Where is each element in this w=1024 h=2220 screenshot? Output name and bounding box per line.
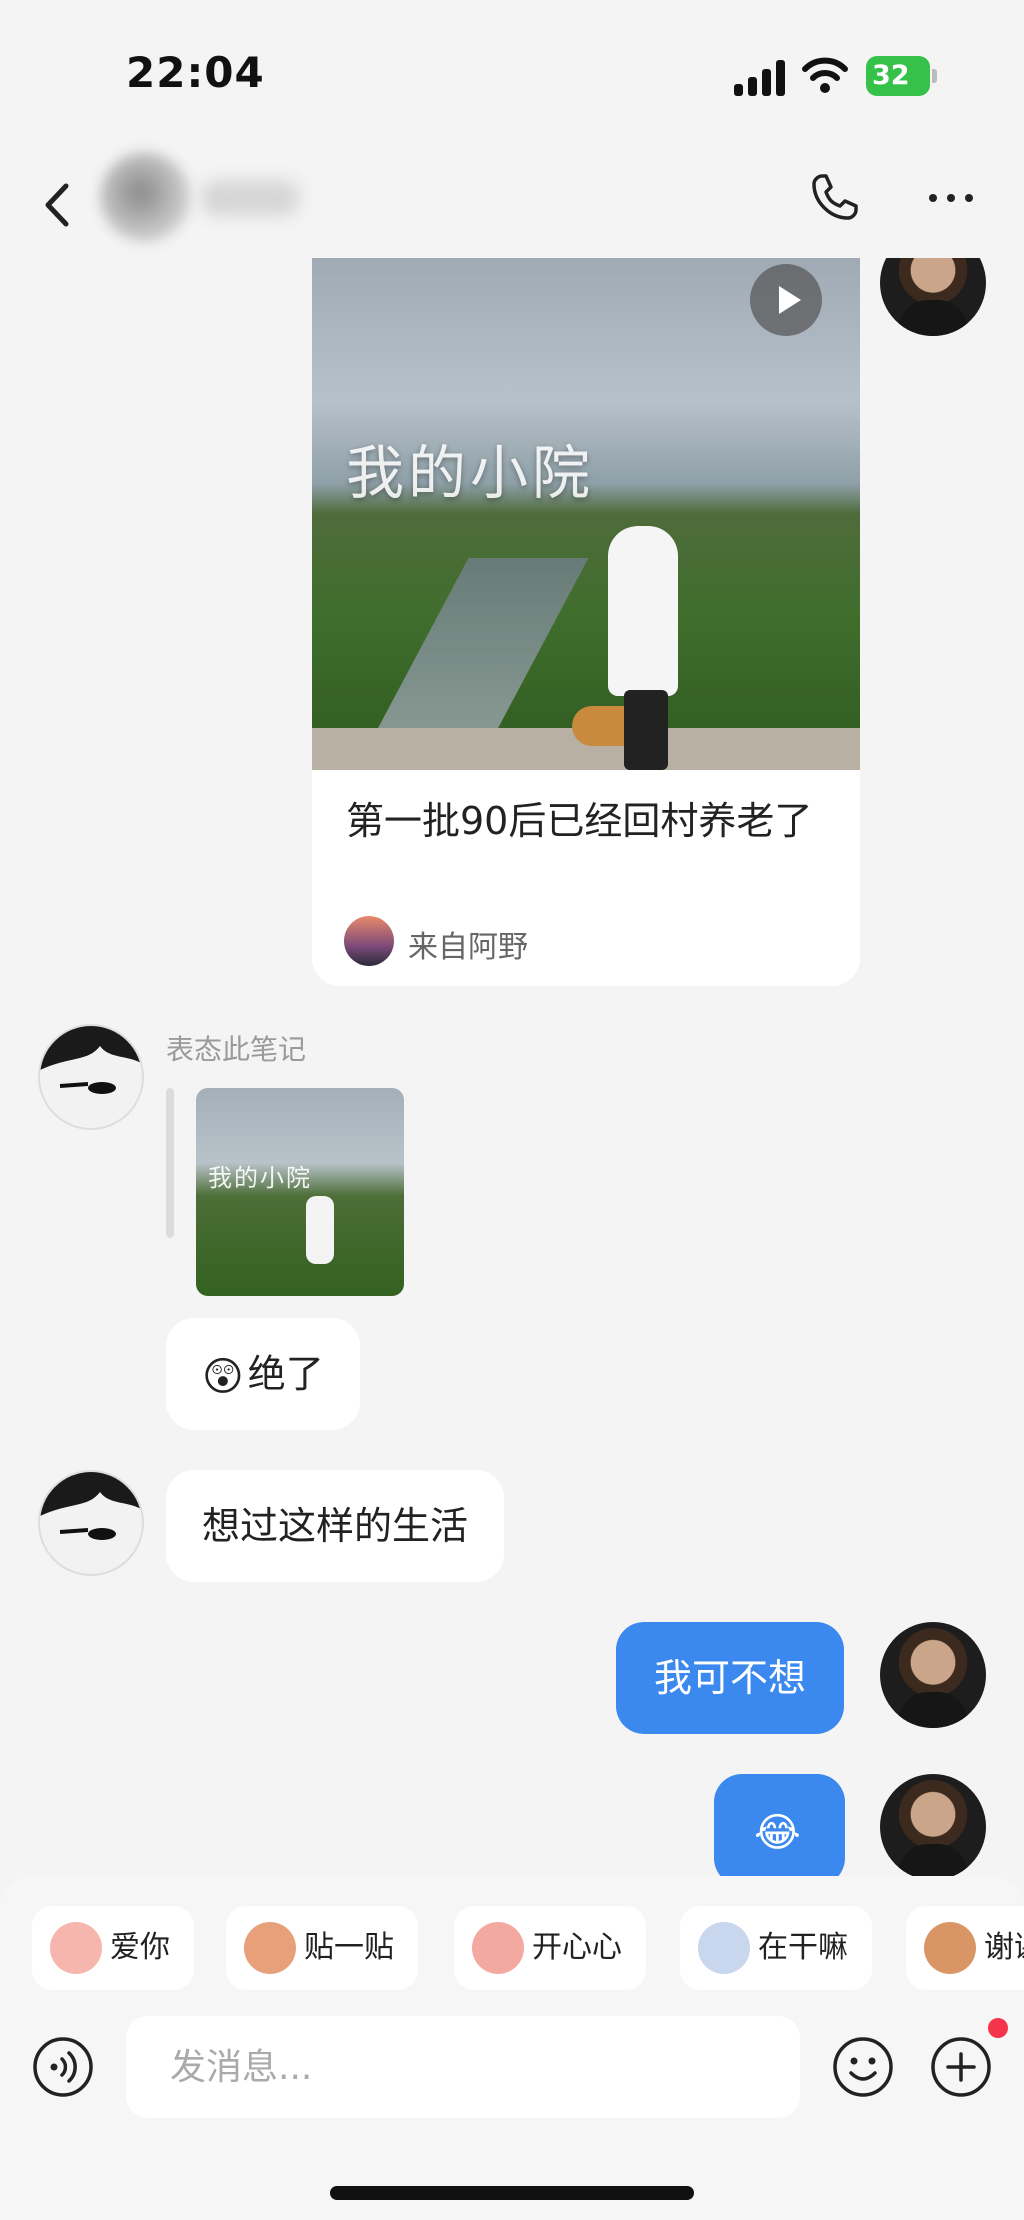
- my-avatar[interactable]: [880, 258, 986, 336]
- peer-name-blurred: [200, 180, 300, 216]
- peer-avatar-illustration: [40, 1472, 142, 1574]
- cover-person-legs: [624, 690, 668, 770]
- status-time: 22:04: [126, 48, 265, 97]
- message-bubble-mine[interactable]: 我可不想: [616, 1622, 845, 1734]
- cellular-signal-icon: [734, 60, 785, 96]
- message-bubble-peer[interactable]: 😲 绝了: [166, 1318, 360, 1430]
- peer-avatar[interactable]: [38, 1024, 144, 1130]
- thumbnail-title: 我的小院: [208, 1164, 312, 1192]
- reaction-label: 表态此笔记: [166, 1033, 307, 1066]
- thumbnail-person: [306, 1196, 334, 1264]
- peer-avatar-blurred[interactable]: [100, 152, 190, 242]
- sticker-label: 在干嘛: [758, 1930, 848, 1965]
- author-avatar: [344, 916, 394, 966]
- cuddle-sticker-icon: [244, 1922, 296, 1974]
- thanks-sticker-icon: [924, 1922, 976, 1974]
- play-icon: [779, 286, 801, 314]
- love-you-sticker-icon: [50, 1922, 102, 1974]
- play-button[interactable]: [750, 264, 822, 336]
- phone-call-icon[interactable]: [808, 172, 860, 224]
- peer-avatar-illustration: [40, 1026, 142, 1128]
- message-list[interactable]: 我的小院 第一批90后已经回村养老了 来自阿野 表态此笔记 我的小院 😲绝了: [0, 258, 1024, 1878]
- cover-title-text: 我的小院: [346, 439, 595, 507]
- message-bubble-mine-emoji[interactable]: 😂: [714, 1774, 845, 1878]
- sticker-chip[interactable]: 开心心: [454, 1906, 646, 1990]
- message-bubble-peer[interactable]: 想过这样的生活: [166, 1470, 505, 1582]
- back-chevron-icon[interactable]: [40, 180, 74, 230]
- shared-note-card[interactable]: 我的小院 第一批90后已经回村养老了 来自阿野: [312, 258, 860, 986]
- message-text: 绝了: [247, 1352, 324, 1396]
- my-avatar[interactable]: [880, 1774, 986, 1878]
- battery-cap: [932, 69, 937, 83]
- message-text: 我可不想: [654, 1656, 807, 1700]
- shocked-sticker-icon: 😲: [202, 1353, 244, 1400]
- sticker-label: 贴一贴: [304, 1930, 394, 1965]
- notification-dot: [988, 2018, 1008, 2038]
- note-source[interactable]: 来自阿野: [408, 922, 528, 966]
- note-title: 第一批90后已经回村养老了: [346, 799, 813, 843]
- whats-up-sticker-icon: [698, 1922, 750, 1974]
- sticker-suggestions[interactable]: 爱你 贴一贴 开心心 在干嘛 谢谢: [32, 1906, 1024, 1990]
- battery-level: 32: [866, 56, 930, 96]
- sticker-chip[interactable]: 贴一贴: [226, 1906, 418, 1990]
- laughing-emoji-icon: 😂: [754, 1809, 801, 1856]
- my-avatar[interactable]: [880, 1622, 986, 1728]
- happy-sticker-icon: [472, 1922, 524, 1974]
- reacted-note-thumbnail[interactable]: 我的小院: [196, 1088, 404, 1296]
- more-options-icon[interactable]: [928, 178, 974, 218]
- message-input[interactable]: [126, 2016, 800, 2118]
- note-cover-image: 我的小院: [312, 258, 860, 770]
- home-indicator: [330, 2186, 694, 2200]
- voice-input-icon[interactable]: [32, 2036, 94, 2098]
- sticker-chip[interactable]: 在干嘛: [680, 1906, 872, 1990]
- battery-indicator: 32: [866, 56, 938, 96]
- sticker-label: 谢谢: [984, 1930, 1024, 1965]
- message-text: 想过这样的生活: [202, 1504, 469, 1548]
- cover-person: [608, 526, 678, 696]
- add-attachment-icon[interactable]: [930, 2036, 992, 2098]
- status-bar: 22:04 32: [0, 0, 1024, 150]
- sticker-chip[interactable]: 爱你: [32, 1906, 194, 1990]
- emoji-picker-icon[interactable]: [832, 2036, 894, 2098]
- sticker-chip[interactable]: 谢谢: [906, 1906, 1024, 1990]
- quote-bar: [166, 1088, 174, 1238]
- wifi-icon: [802, 57, 848, 93]
- peer-avatar[interactable]: [38, 1470, 144, 1576]
- sticker-label: 开心心: [532, 1930, 622, 1965]
- sticker-label: 爱你: [110, 1930, 170, 1965]
